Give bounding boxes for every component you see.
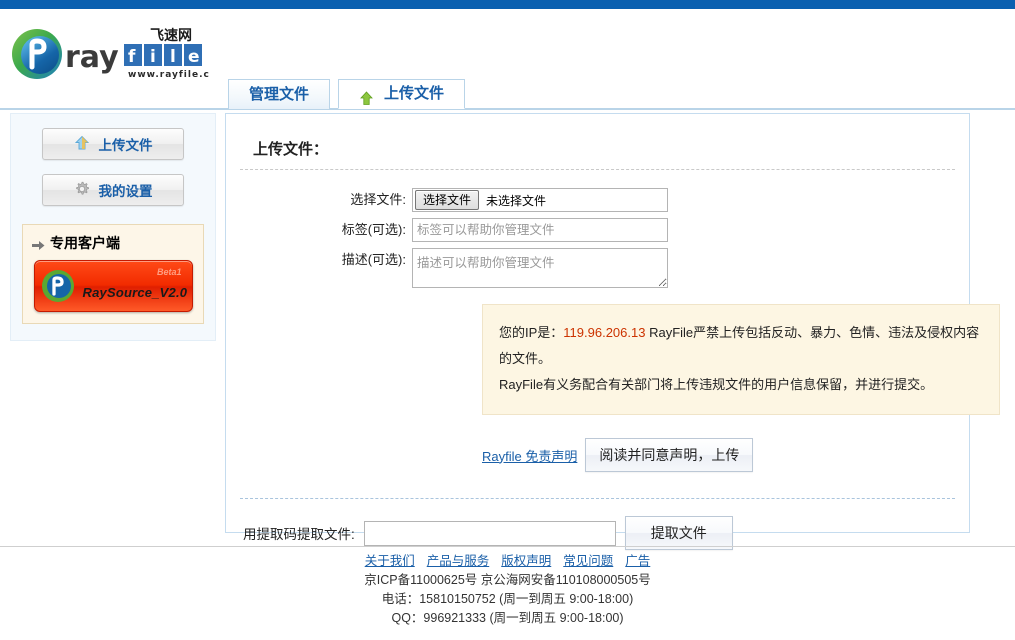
tab-upload-files-label: 上传文件 [384,85,445,102]
svg-text:l: l [170,47,176,67]
footer-qq: QQ：996921333 (周一到周五 9:00-18:00) [391,611,624,625]
page-title: 上传文件： [253,141,329,158]
upload-arrow-icon [359,87,374,105]
tab-manage-files[interactable]: 管理文件 [228,79,331,109]
form-row-desc: 描述(可选): [226,248,969,288]
raysource-beta-label: Beta1 [156,267,182,277]
agree-and-upload-button[interactable]: 阅读并同意声明，上传 [585,438,754,472]
sidebar-item-settings-label: 我的设置 [98,184,153,199]
file-input-wrapper[interactable]: 选择文件 未选择文件 [412,188,668,212]
page-body: 上传文件 我的设置 专用客户端 Beta1 RaySource_V2.0 上传文… [0,110,1015,550]
file-status-label: 未选择文件 [486,193,547,208]
raysource-logo-icon [41,269,75,306]
title-divider [240,169,955,170]
sidebar: 上传文件 我的设置 专用客户端 Beta1 RaySource_V2.0 [10,113,216,341]
desc-field-label: 描述(可选): [341,252,406,267]
raysource-download-banner[interactable]: Beta1 RaySource_V2.0 [33,260,193,312]
svg-text:i: i [150,47,156,67]
file-field-label: 选择文件: [350,192,406,207]
footer-link-products[interactable]: 产品与服务 [427,554,490,568]
upload-panel: 上传文件： 选择文件: 选择文件 未选择文件 标签(可选): 描述(可选): [225,113,1000,550]
form-row-file: 选择文件: 选择文件 未选择文件 [226,188,969,212]
upload-notice-box: 您的IP是：119.96.206.13 RayFile严禁上传包括反动、暴力、色… [482,304,1000,415]
extract-row: 用提取码提取文件: 提取文件 [243,516,969,550]
footer-icp: 京ICP备11000625号 京公海网安备110108000505号 [364,573,651,587]
sidebar-item-settings[interactable]: 我的设置 [42,174,184,206]
notice-line-1: 您的IP是：119.96.206.13 RayFile严禁上传包括反动、暴力、色… [499,320,983,372]
extract-divider [240,498,955,499]
notice-line-2: RayFile有义务配合有关部门将上传违规文件的用户信息保留，并进行提交。 [499,377,934,392]
sidebar-item-upload[interactable]: 上传文件 [42,128,184,160]
rayfile-logo[interactable]: ray f i l e 飞速网 www.rayfile.com [10,25,210,87]
gear-icon [74,181,90,200]
tag-input[interactable] [412,218,668,242]
choose-file-button[interactable]: 选择文件 [415,190,480,210]
footer-link-faq[interactable]: 常见问题 [563,554,613,568]
desc-textarea[interactable] [412,248,668,288]
top-accent-bar [0,0,1015,9]
extract-code-label: 用提取码提取文件: [243,527,355,542]
tab-upload-files[interactable]: 上传文件 [338,79,466,109]
footer-links: 关于我们 产品与服务 版权声明 常见问题 广告 [0,552,1015,571]
arrow-right-icon [32,238,45,250]
tab-manage-files-label: 管理文件 [249,85,310,103]
svg-text:www.rayfile.com: www.rayfile.com [128,70,210,80]
client-promo-title-label: 专用客户端 [50,235,120,251]
footer-link-copyright[interactable]: 版权声明 [501,554,551,568]
extract-file-button[interactable]: 提取文件 [624,516,733,550]
footer-phone: 电话：15810150752 (周一到周五 9:00-18:00) [381,592,634,606]
form-row-tag: 标签(可选): [226,218,969,242]
footer-link-about[interactable]: 关于我们 [365,554,415,568]
footer-divider [0,546,1015,547]
footer-link-ads[interactable]: 广告 [625,554,650,568]
site-header: ray f i l e 飞速网 www.rayfile.com 管理文件 [0,9,1015,110]
svg-text:飞速网: 飞速网 [150,27,192,44]
upload-arrow-icon [74,135,90,154]
sidebar-item-upload-label: 上传文件 [98,138,153,153]
client-promo-title: 专用客户端 [32,233,194,253]
main-tabs: 管理文件 上传文件 [228,79,466,109]
agree-row: Rayfile 免责声明 阅读并同意声明，上传 [482,438,969,472]
extract-code-input[interactable] [363,520,616,546]
svg-text:ray: ray [65,40,119,75]
disclaimer-link[interactable]: Rayfile 免责声明 [482,446,577,465]
notice-ip-prefix: 您的IP是： [499,325,564,340]
upload-form: 选择文件: 选择文件 未选择文件 标签(可选): 描述(可选): 您的IP是：1… [226,188,1000,550]
svg-text:e: e [188,47,200,67]
site-footer: 关于我们 产品与服务 版权声明 常见问题 广告 京ICP备11000625号 京公海网安… [0,552,1015,628]
svg-text:f: f [128,47,136,67]
client-ip-value: 119.96.206.13 [563,325,646,340]
tag-field-label: 标签(可选): [341,222,406,237]
raysource-version-label: RaySource_V2.0 [82,285,188,300]
client-promo-box: 专用客户端 Beta1 RaySource_V2.0 [22,224,204,324]
